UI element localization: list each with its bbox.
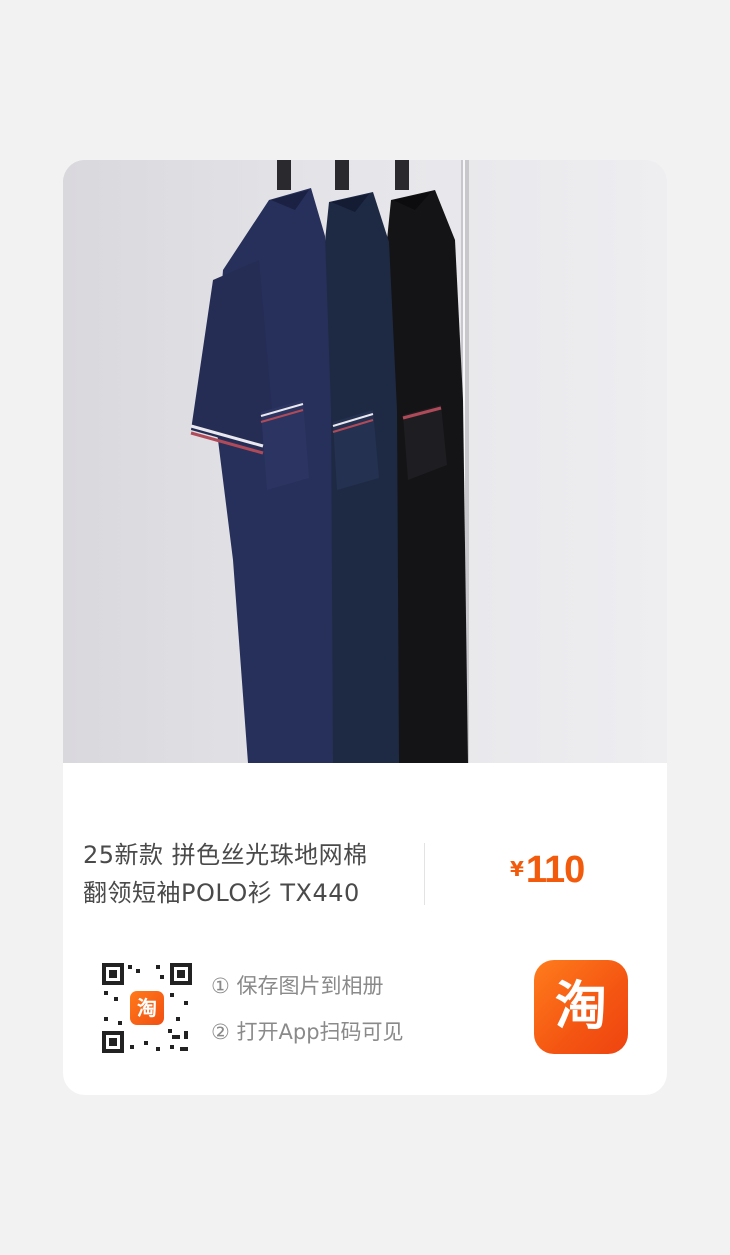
product-photo — [63, 160, 667, 763]
polo-shirts-image — [63, 160, 667, 763]
step-2-number: ② — [211, 1020, 230, 1044]
product-title-line-1: 25新款 拼色丝光珠地网棉 — [83, 841, 368, 869]
step-2-text: 打开App扫码可见 — [236, 1020, 404, 1044]
divider — [424, 843, 425, 905]
price-value: 110 — [525, 849, 585, 891]
product-price: ¥110 — [510, 849, 585, 892]
product-title-line-2: 翻领短袖POLO衫 TX440 — [83, 879, 360, 907]
qr-taobao-logo-icon: 淘 — [130, 991, 164, 1025]
instruction-step-1: ① 保存图片到相册 — [211, 970, 384, 1000]
step-1-number: ① — [211, 974, 230, 998]
price-symbol: ¥ — [510, 857, 524, 881]
taobao-app-icon[interactable]: 淘 — [534, 960, 628, 1054]
instruction-step-2: ② 打开App扫码可见 — [211, 1016, 404, 1046]
share-card: 25新款 拼色丝光珠地网棉 翻领短袖POLO衫 TX440 ¥110 淘 ① 保… — [63, 160, 667, 1095]
product-info: 25新款 拼色丝光珠地网棉 翻领短袖POLO衫 TX440 ¥110 淘 ① 保… — [63, 763, 667, 1095]
qr-code-icon[interactable]: 淘 — [100, 961, 194, 1055]
step-1-text: 保存图片到相册 — [236, 974, 384, 998]
product-title: 25新款 拼色丝光珠地网棉 翻领短袖POLO衫 TX440 — [83, 836, 413, 912]
